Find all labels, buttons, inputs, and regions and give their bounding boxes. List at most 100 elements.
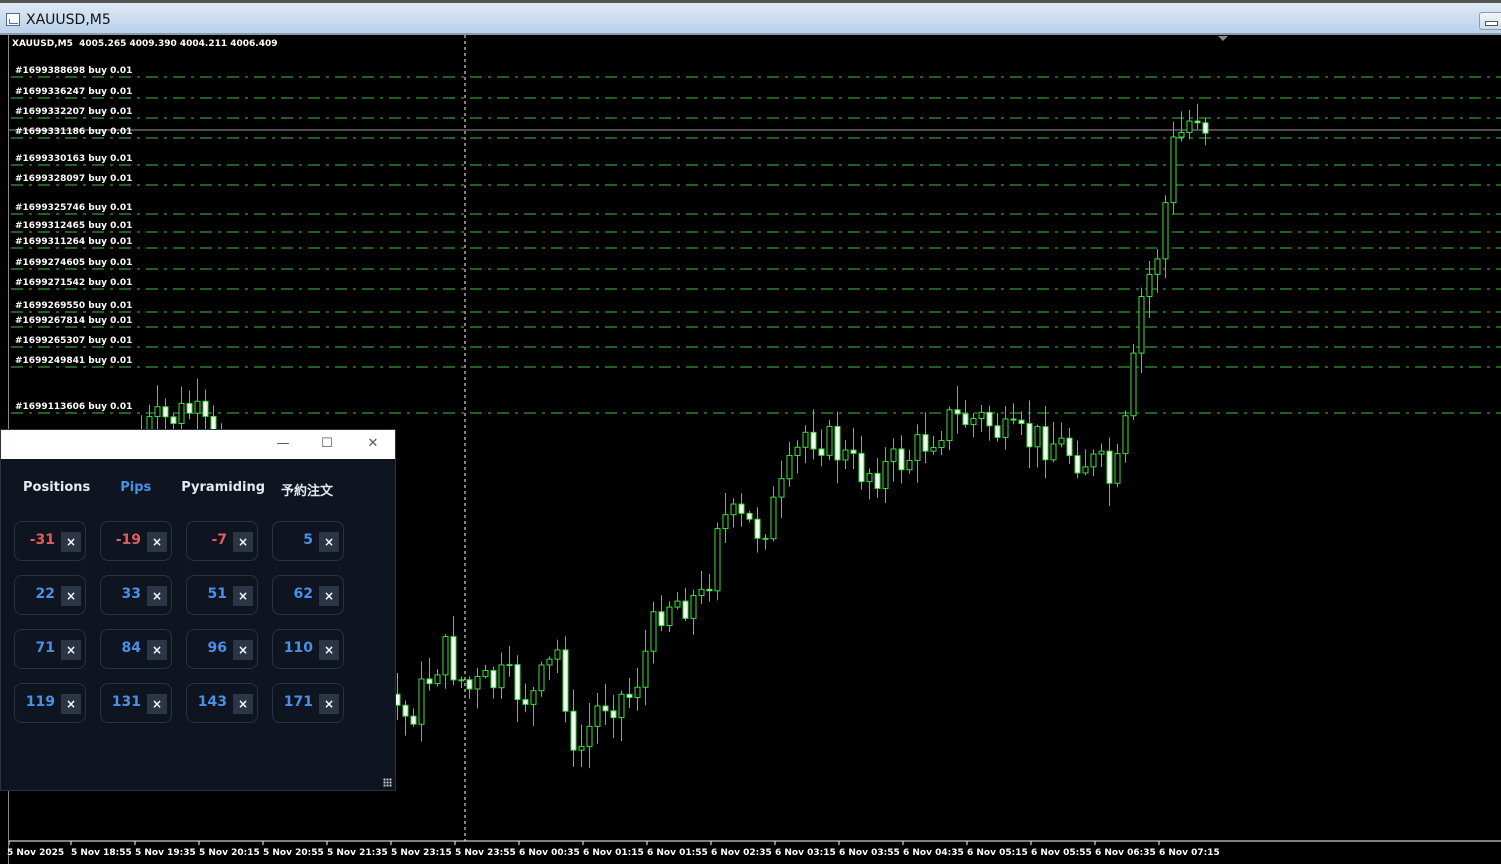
- time-axis-label: 5 Nov 2025: [7, 848, 65, 858]
- candle-body: [634, 686, 641, 699]
- time-axis-label: 6 Nov 03:55: [839, 848, 900, 858]
- candle-body: [930, 447, 937, 452]
- order-label[interactable]: #1699328097 buy 0.01: [15, 174, 132, 184]
- tab-positions[interactable]: Positions: [23, 480, 90, 499]
- pip-level-chip[interactable]: 110 ×: [272, 629, 344, 669]
- remove-level-button[interactable]: ×: [319, 532, 339, 552]
- pip-level-chip[interactable]: 119 ×: [14, 683, 86, 723]
- remove-level-button[interactable]: ×: [233, 694, 253, 714]
- candle-body: [1146, 273, 1153, 298]
- candle-body: [1042, 426, 1049, 461]
- order-label[interactable]: #1699331186 buy 0.01: [15, 127, 132, 137]
- remove-level-button[interactable]: ×: [61, 640, 81, 660]
- order-label[interactable]: #1699249841 buy 0.01: [15, 356, 132, 366]
- remove-level-button[interactable]: ×: [147, 640, 167, 660]
- pip-level-chip[interactable]: 51 ×: [186, 575, 258, 615]
- candle-body: [402, 704, 409, 717]
- candle-body: [706, 588, 713, 592]
- candle-body: [610, 710, 617, 719]
- candle-body: [994, 425, 1001, 438]
- time-axis-label: 6 Nov 05:15: [967, 848, 1028, 858]
- candle-body: [1074, 455, 1081, 474]
- remove-level-button[interactable]: ×: [319, 640, 339, 660]
- candle-body: [746, 512, 753, 520]
- candle-body: [1026, 423, 1033, 448]
- pip-level-chip[interactable]: 71 ×: [14, 629, 86, 669]
- candle-body: [954, 409, 961, 415]
- order-label[interactable]: #1699388698 buy 0.01: [15, 66, 132, 76]
- candle-body: [946, 409, 953, 442]
- tab-reserved-orders[interactable]: 予約注文: [281, 480, 333, 499]
- order-label[interactable]: #1699269550 buy 0.01: [15, 301, 132, 311]
- pip-level-chip[interactable]: 171 ×: [272, 683, 344, 723]
- pip-value: 131: [111, 694, 141, 710]
- candle-body: [458, 679, 465, 682]
- pip-level-chip[interactable]: -7 ×: [186, 521, 258, 561]
- close-icon[interactable]: ✕: [363, 435, 383, 453]
- remove-level-button[interactable]: ×: [61, 586, 81, 606]
- remove-level-button[interactable]: ×: [233, 532, 253, 552]
- pip-level-chip[interactable]: 96 ×: [186, 629, 258, 669]
- order-label[interactable]: #1699325746 buy 0.01: [15, 203, 132, 213]
- pip-level-chip[interactable]: 131 ×: [100, 683, 172, 723]
- pip-level-chip[interactable]: 84 ×: [100, 629, 172, 669]
- candle-body: [1202, 122, 1209, 134]
- candle-body: [1138, 296, 1145, 354]
- remove-level-button[interactable]: ×: [319, 694, 339, 714]
- candle-body: [1050, 443, 1057, 461]
- pip-level-chip[interactable]: 143 ×: [186, 683, 258, 723]
- candle-body: [410, 715, 417, 725]
- candle-body: [562, 649, 569, 712]
- candle-body: [650, 611, 657, 652]
- remove-level-button[interactable]: ×: [319, 586, 339, 606]
- time-axis-label: 6 Nov 00:35: [519, 848, 580, 858]
- candle-body: [738, 503, 745, 514]
- tab-pyramiding[interactable]: Pyramiding: [181, 480, 265, 499]
- candle-body: [538, 664, 545, 692]
- panel-titlebar[interactable]: — ☐ ✕: [1, 430, 395, 459]
- order-label[interactable]: #1699312465 buy 0.01: [15, 221, 132, 231]
- candle-body: [978, 411, 985, 420]
- resize-grip-icon[interactable]: [383, 778, 392, 787]
- remove-level-button[interactable]: ×: [147, 532, 167, 552]
- remove-level-button[interactable]: ×: [61, 532, 81, 552]
- chart-window-icon: [6, 13, 20, 26]
- candle-body: [1082, 466, 1089, 474]
- candle-body: [162, 406, 169, 418]
- remove-level-button[interactable]: ×: [147, 586, 167, 606]
- candle-body: [1018, 419, 1025, 425]
- order-label[interactable]: #1699271542 buy 0.01: [15, 278, 132, 288]
- order-label[interactable]: #1699336247 buy 0.01: [15, 87, 132, 97]
- order-label[interactable]: #1699265307 buy 0.01: [15, 336, 132, 346]
- order-label[interactable]: #1699274605 buy 0.01: [15, 258, 132, 268]
- order-label[interactable]: #1699330163 buy 0.01: [15, 154, 132, 164]
- minimize-button[interactable]: [1479, 12, 1501, 30]
- time-axis-label: 6 Nov 03:15: [775, 848, 836, 858]
- candle-body: [874, 472, 881, 489]
- pip-level-chip[interactable]: 33 ×: [100, 575, 172, 615]
- order-label[interactable]: #1699332207 buy 0.01: [15, 107, 132, 117]
- pip-level-chip[interactable]: -19 ×: [100, 521, 172, 561]
- pip-level-chip[interactable]: 5 ×: [272, 521, 344, 561]
- remove-level-button[interactable]: ×: [233, 640, 253, 660]
- remove-level-button[interactable]: ×: [233, 586, 253, 606]
- candle-body: [1194, 120, 1201, 124]
- remove-level-button[interactable]: ×: [147, 694, 167, 714]
- tab-pips[interactable]: Pips: [120, 480, 151, 499]
- candle-body: [858, 452, 865, 483]
- order-label[interactable]: #1699311264 buy 0.01: [15, 237, 132, 247]
- pip-level-chip[interactable]: 62 ×: [272, 575, 344, 615]
- pip-level-chip[interactable]: -31 ×: [14, 521, 86, 561]
- remove-level-button[interactable]: ×: [61, 694, 81, 714]
- order-label[interactable]: #1699113606 buy 0.01: [15, 402, 132, 412]
- order-label[interactable]: #1699267814 buy 0.01: [15, 316, 132, 326]
- candle-body: [1186, 120, 1193, 133]
- maximize-icon[interactable]: ☐: [317, 435, 337, 453]
- candle-body: [530, 690, 537, 705]
- pip-level-chip[interactable]: 22 ×: [14, 575, 86, 615]
- candle-body: [810, 431, 817, 450]
- candle-body: [554, 649, 561, 660]
- candle-body: [490, 669, 497, 689]
- minimize-icon[interactable]: —: [273, 435, 293, 453]
- chart-shift-marker-icon[interactable]: [1218, 36, 1228, 41]
